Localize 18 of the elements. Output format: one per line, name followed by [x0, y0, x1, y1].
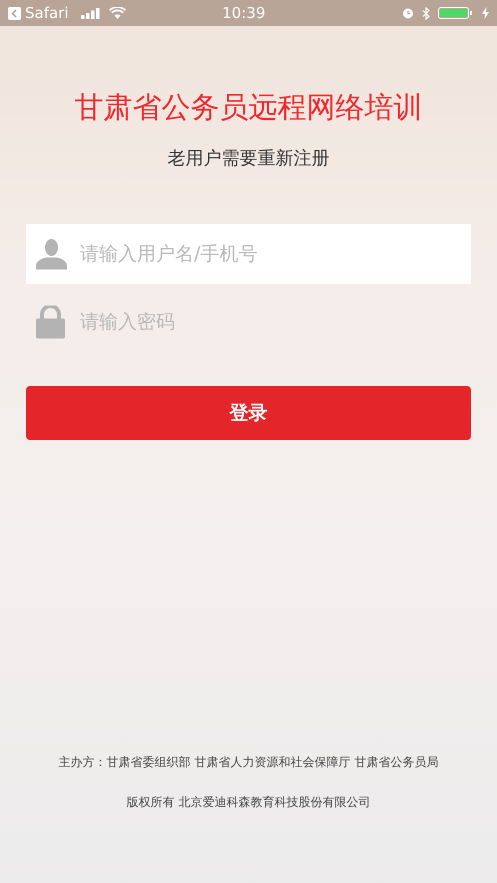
subtitle: 老用户需要重新注册: [168, 146, 330, 171]
input-field[interactable]: 请输入用户名/手机号: [26, 224, 471, 284]
input-field[interactable]: 请输入密码: [26, 292, 471, 352]
user-icon: [36, 238, 67, 270]
wifi-icon: [108, 7, 126, 19]
bluetooth-icon: [422, 6, 430, 20]
footer-text: 版权所有 北京爱迪科森教育科技股份有限公司: [126, 794, 370, 811]
app-title: 甘肃省公务员远程网络培训: [74, 90, 422, 125]
back-icon[interactable]: [8, 6, 21, 20]
charging-icon: [482, 7, 489, 19]
footer-text: 主办方：甘肃省委组织部 甘肃省人力资源和社会保障厅 甘肃省公务员局: [58, 754, 438, 771]
battery-icon: [438, 7, 474, 19]
lock-icon: [36, 305, 65, 338]
signal-icon: [80, 8, 101, 18]
login-button[interactable]: 登录: [26, 386, 471, 440]
alarm-icon: [402, 7, 414, 19]
back-app-label[interactable]: Safari: [25, 2, 69, 24]
status-time: 10:39: [222, 2, 266, 24]
